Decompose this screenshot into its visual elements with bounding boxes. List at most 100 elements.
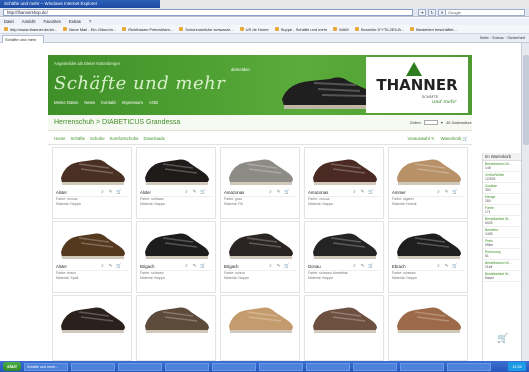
- nav-kontakt[interactable]: Kontakt: [101, 100, 116, 105]
- shoe-image[interactable]: [393, 150, 463, 188]
- favorite-item[interactable]: Searchle D'YTIL2E5-B...: [354, 27, 404, 32]
- pencil-icon[interactable]: ✎: [276, 189, 281, 194]
- nav-news[interactable]: News: [84, 100, 95, 105]
- product-name[interactable]: Ebrach: [392, 264, 406, 269]
- taskbar-item[interactable]: [352, 362, 397, 371]
- product-card[interactable]: Alster ⌕ ✎ 🛒 Farbe: braun Material: Spalt: [52, 221, 132, 293]
- product-name[interactable]: Alster: [56, 190, 67, 195]
- product-name[interactable]: Brigach: [224, 264, 239, 269]
- nav-meine-daten[interactable]: Meine Daten: [54, 100, 78, 105]
- search-icon[interactable]: ⌕: [352, 263, 357, 268]
- menu-item-favoriten[interactable]: Favoriten: [44, 19, 61, 24]
- cart-icon[interactable]: 🛒: [116, 263, 122, 268]
- product-card[interactable]: Ammer ⌕ ✎ 🛒 Farbe: sigaret Material: Nubuk: [388, 147, 468, 219]
- product-card[interactable]: Ebrach ⌕ ✎ 🛒 Farbe: schwarz Material: Nappa: [388, 221, 468, 293]
- search-icon[interactable]: ⌕: [100, 189, 105, 194]
- product-card[interactable]: [220, 295, 300, 361]
- cart-icon[interactable]: 🛒: [368, 263, 374, 268]
- pencil-icon[interactable]: ✎: [192, 189, 197, 194]
- product-card[interactable]: [388, 295, 468, 361]
- search-icon[interactable]: ⌕: [268, 263, 273, 268]
- nav-agb[interactable]: AGB: [149, 100, 158, 105]
- shoe-image[interactable]: [393, 224, 463, 262]
- shoe-image[interactable]: [141, 150, 211, 188]
- pencil-icon[interactable]: ✎: [108, 189, 113, 194]
- favorite-item[interactable]: http://www.thanner.de/sh...: [4, 27, 57, 32]
- logout-link[interactable]: abmelden: [231, 67, 250, 72]
- product-name[interactable]: Alster: [56, 264, 67, 269]
- taskbar-item[interactable]: [399, 362, 444, 371]
- nav-komfortschuhe[interactable]: Komfortschuhe: [110, 136, 139, 141]
- pencil-icon[interactable]: ✎: [444, 263, 449, 268]
- search-icon[interactable]: ⌕: [184, 189, 189, 194]
- pencil-icon[interactable]: ✎: [192, 263, 197, 268]
- menu-item-datei[interactable]: Datei: [4, 19, 14, 24]
- tab-tools[interactable]: Seite · Extras · Sicherheit: [480, 35, 525, 40]
- taskbar-item[interactable]: [117, 362, 162, 371]
- product-card[interactable]: Alster ⌕ ✎ 🛒 Farbe: schwarz Material: Nappa: [136, 147, 216, 219]
- refresh-icon[interactable]: ↻: [428, 9, 436, 16]
- cart-icon[interactable]: 🛒: [200, 189, 206, 194]
- shoe-image[interactable]: [309, 224, 379, 262]
- favorite-item[interactable]: Bestehlen beschäftet...: [410, 27, 457, 32]
- product-card[interactable]: Brigach ⌕ ✎ 🛒 Farbe: schrot Material: Nappa: [220, 221, 300, 293]
- pencil-icon[interactable]: ✎: [276, 263, 281, 268]
- cart-icon[interactable]: 🛒: [116, 189, 122, 194]
- favorite-item[interactable]: US de Home: [239, 27, 269, 32]
- search-input[interactable]: Google: [445, 9, 525, 16]
- taskbar-item[interactable]: [164, 362, 209, 371]
- pencil-icon[interactable]: ✎: [444, 189, 449, 194]
- nav-home[interactable]: Home: [54, 136, 65, 141]
- chevron-down-icon[interactable]: ▾: [441, 120, 443, 125]
- product-card[interactable]: Amazonas ⌕ ✎ 🛒 Farbe: mocca Material: Nappa: [304, 147, 384, 219]
- pencil-icon[interactable]: ✎: [360, 189, 365, 194]
- product-name[interactable]: Amazonas: [308, 190, 328, 195]
- taskbar-item[interactable]: [446, 362, 491, 371]
- shoe-image[interactable]: [225, 224, 295, 262]
- taskbar-item[interactable]: [70, 362, 115, 371]
- go-icon[interactable]: ➜: [418, 9, 426, 16]
- shoe-image[interactable]: [141, 298, 211, 336]
- shoe-image[interactable]: [393, 298, 463, 336]
- favorite-item[interactable]: Schuhnutzliche schwarze...: [179, 27, 234, 32]
- favorite-item[interactable]: Suppe - Schäfte und mehr: [274, 27, 327, 32]
- shoe-image[interactable]: [309, 298, 379, 336]
- search-icon[interactable]: ⌕: [436, 263, 441, 268]
- tab-schaefte[interactable]: Schäfte und mehr: [2, 35, 44, 43]
- taskbar-item[interactable]: [211, 362, 256, 371]
- favorite-item[interactable]: Neue Mail - Ein-Gibun/m...: [63, 27, 116, 32]
- shoe-image[interactable]: [225, 298, 295, 336]
- pencil-icon[interactable]: ✎: [108, 263, 113, 268]
- product-name[interactable]: Donau: [308, 264, 321, 269]
- page-scrollbar[interactable]: [521, 43, 529, 361]
- search-icon[interactable]: ⌕: [352, 189, 357, 194]
- thanner-logo[interactable]: THANNER SCHÄFTE und mehr: [366, 57, 468, 113]
- shoe-image[interactable]: [57, 224, 127, 262]
- vorauswahl-link[interactable]: Vorauswahl ✎: [408, 136, 435, 142]
- rows-select[interactable]: [423, 120, 438, 125]
- nav-impressum[interactable]: Impressum: [122, 100, 143, 105]
- nav-schuhe[interactable]: Schuhe: [90, 136, 105, 141]
- product-card[interactable]: [52, 295, 132, 361]
- shoe-image[interactable]: [57, 150, 127, 188]
- product-name[interactable]: Brigach: [140, 264, 155, 269]
- start-button[interactable]: start: [3, 362, 21, 371]
- favorite-item[interactable]: MAM: [333, 27, 349, 32]
- taskbar-item[interactable]: [305, 362, 350, 371]
- product-name[interactable]: Amazonas: [224, 190, 244, 195]
- search-icon[interactable]: ⌕: [100, 263, 105, 268]
- cart-icon[interactable]: 🛒: [368, 189, 374, 194]
- shoe-image[interactable]: [225, 150, 295, 188]
- cart-icon[interactable]: 🛒: [200, 263, 206, 268]
- cart-icon[interactable]: 🛒: [497, 333, 508, 344]
- menu-item-help[interactable]: ?: [89, 19, 91, 24]
- product-card[interactable]: Donau ⌕ ✎ 🛒 Farbe: schwarz-kieselbak Material…: [304, 221, 384, 293]
- product-card[interactable]: Brigach ⌕ ✎ 🛒 Farbe: schwarz Material: Nappa: [136, 221, 216, 293]
- menu-item-extras[interactable]: Extras: [69, 19, 81, 24]
- product-name[interactable]: Alster: [140, 190, 151, 195]
- shoe-image[interactable]: [57, 298, 127, 336]
- search-icon[interactable]: ⌕: [436, 189, 441, 194]
- taskbar-item[interactable]: [258, 362, 303, 371]
- pencil-icon[interactable]: ✎: [360, 263, 365, 268]
- cart-icon[interactable]: 🛒: [284, 263, 290, 268]
